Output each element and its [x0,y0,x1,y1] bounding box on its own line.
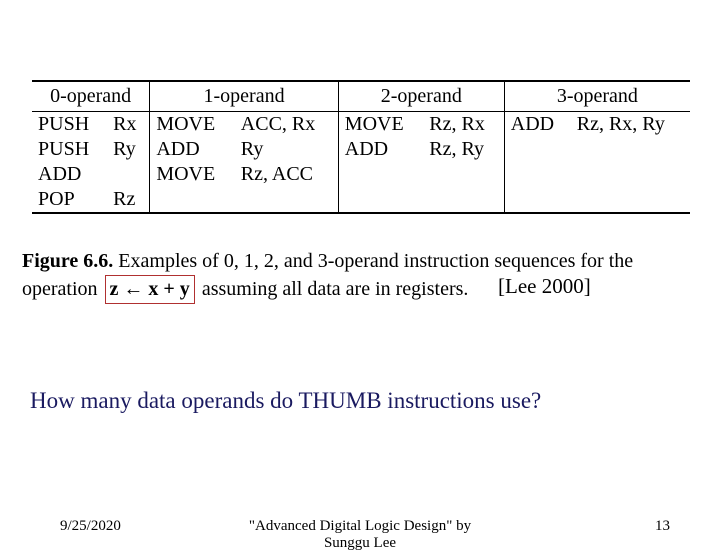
footer-title: "Advanced Digital Logic Design" by Sungg… [0,518,720,552]
footer-title-line1: "Advanced Digital Logic Design" by [249,518,471,534]
cell-mnemonic: POP [32,187,107,213]
cell-mnemonic [504,187,570,213]
caption-text-b: operation [22,278,103,300]
col-header-3op: 3-operand [504,81,690,112]
table-row: POP Rz [32,187,690,213]
table-row: PUSH Rx MOVE ACC, Rx MOVE Rz, Rx ADD Rz,… [32,112,690,138]
cell-operands [235,187,339,213]
citation: [Lee 2000] [498,274,591,299]
cell-operands: ACC, Rx [235,112,339,138]
figure-caption: Figure 6.6. Examples of 0, 1, 2, and 3-o… [22,248,692,304]
cell-operands: Ry [235,137,339,162]
cell-operands: Ry [107,137,150,162]
boxed-expression: z ← x + y [105,275,195,304]
cell-mnemonic: MOVE [150,112,235,138]
cell-mnemonic [150,187,235,213]
caption-text-c: assuming all data are in registers. [197,278,469,300]
caption-text-a: Examples of 0, 1, 2, and 3-operand instr… [113,250,633,272]
cell-mnemonic: PUSH [32,112,107,138]
cell-operands [571,137,690,162]
cell-operands: Rz, Rx [423,112,504,138]
cell-operands [423,187,504,213]
operand-table: 0-operand 1-operand 2-operand 3-operand … [32,80,690,214]
cell-operands [571,162,690,187]
table-row: PUSH Ry ADD Ry ADD Rz, Ry [32,137,690,162]
cell-operands [423,162,504,187]
cell-mnemonic: ADD [150,137,235,162]
cell-operands: Rz, Rx, Ry [571,112,690,138]
table-header-row: 0-operand 1-operand 2-operand 3-operand [32,81,690,112]
cell-mnemonic: ADD [504,112,570,138]
cell-operands: Rx [107,112,150,138]
cell-mnemonic: ADD [32,162,107,187]
cell-operands: Rz, Ry [423,137,504,162]
cell-operands [107,162,150,187]
cell-mnemonic [338,162,423,187]
cell-mnemonic: MOVE [150,162,235,187]
cell-mnemonic: PUSH [32,137,107,162]
col-header-2op: 2-operand [338,81,504,112]
footer-title-line2: Sunggu Lee [324,535,396,551]
cell-mnemonic [338,187,423,213]
slide: 0-operand 1-operand 2-operand 3-operand … [0,0,720,540]
operand-table-grid: 0-operand 1-operand 2-operand 3-operand … [32,80,690,214]
cell-mnemonic [504,162,570,187]
slide-question: How many data operands do THUMB instruct… [30,388,541,414]
col-header-1op: 1-operand [150,81,338,112]
figure-label: Figure 6.6. [22,250,113,272]
cell-mnemonic: ADD [338,137,423,162]
cell-mnemonic [504,137,570,162]
cell-mnemonic: MOVE [338,112,423,138]
cell-operands [571,187,690,213]
table-row: ADD MOVE Rz, ACC [32,162,690,187]
cell-operands: Rz [107,187,150,213]
cell-operands: Rz, ACC [235,162,339,187]
footer-page-number: 13 [655,518,670,535]
col-header-0op: 0-operand [32,81,150,112]
